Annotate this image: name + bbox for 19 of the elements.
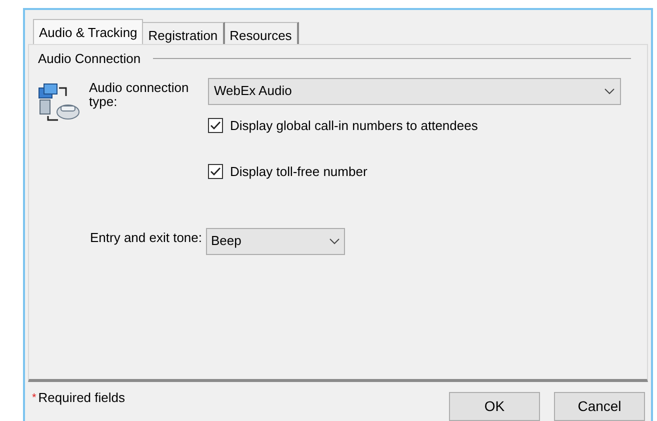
checkbox[interactable]	[208, 118, 223, 133]
tab[interactable]: Registration	[143, 22, 225, 44]
checkbox-label: Display global call-in numbers to attendees	[230, 116, 478, 135]
tab[interactable]: Audio & Tracking	[33, 19, 144, 45]
dialog-button[interactable]: OK	[449, 392, 540, 421]
audio-type-dropdown[interactable]: WebEx Audio	[208, 78, 621, 104]
field-label: Audio connection type:	[89, 80, 190, 111]
required-asterisk: *	[32, 391, 36, 406]
dialog-button[interactable]: Cancel	[554, 392, 645, 421]
checkbox-label: Display toll-free number	[230, 163, 368, 181]
tone-dropdown[interactable]: Beep	[206, 228, 345, 254]
required-note: Required fields	[38, 389, 125, 407]
tab[interactable]: Resources	[224, 22, 299, 44]
checkbox[interactable]	[208, 164, 223, 180]
computer-phone-icon	[36, 82, 80, 124]
chevron-down-icon	[604, 88, 615, 94]
group-title: Audio Connection	[38, 50, 141, 68]
chevron-down-icon	[329, 238, 340, 244]
field-label: Entry and exit tone:	[88, 230, 202, 247]
